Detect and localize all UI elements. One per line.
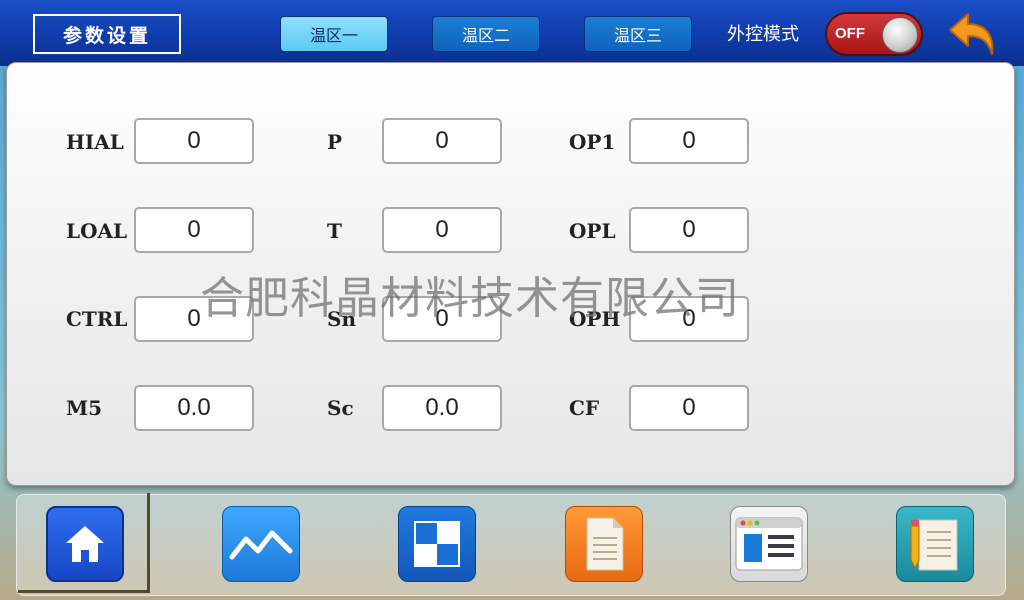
external-mode-label: 外控模式 (727, 24, 799, 45)
document-icon (586, 517, 624, 571)
param-label-hial: HIAL (66, 130, 124, 154)
toggle-state-text: OFF (835, 25, 865, 42)
grid-button[interactable] (398, 506, 476, 582)
window-list-icon (735, 517, 803, 571)
param-input-sc[interactable]: 0.0 (382, 385, 502, 431)
window-list-button[interactable] (730, 506, 808, 582)
param-input-p[interactable]: 0 (382, 118, 502, 164)
param-input-m5[interactable]: 0.0 (134, 385, 254, 431)
toggle-knob (882, 17, 918, 53)
param-input-opl[interactable]: 0 (629, 207, 749, 253)
back-arrow-icon (949, 13, 994, 55)
param-label-p: P (327, 130, 343, 154)
param-input-loal[interactable]: 0 (134, 207, 254, 253)
trend-chart-icon (229, 530, 293, 560)
home-button[interactable] (46, 506, 124, 582)
grid-squares-icon (414, 521, 460, 567)
param-input-cf[interactable]: 0 (629, 385, 749, 431)
param-label-op1: OP1 (569, 130, 616, 154)
page-title: 参数设置 (33, 14, 181, 54)
param-label-loal: LOAL (66, 219, 128, 243)
edit-document-icon (910, 519, 958, 571)
param-label-opl: OPL (569, 219, 616, 243)
param-input-op1[interactable]: 0 (629, 118, 749, 164)
bottom-nav-bar (16, 494, 1006, 596)
param-label-sc: Sc (327, 396, 354, 420)
tab-zone-2[interactable]: 温区二 (432, 16, 540, 52)
param-input-t[interactable]: 0 (382, 207, 502, 253)
param-label-ctrl: CTRL (66, 307, 128, 331)
tab-zone-3[interactable]: 温区三 (584, 16, 692, 52)
tab-zone-1[interactable]: 温区一 (280, 16, 388, 52)
top-bar: 参数设置 温区一 温区二 温区三 外控模式 OFF (0, 0, 1024, 66)
document-button[interactable] (565, 506, 643, 582)
company-watermark: 合肥科晶材料技术有限公司 (200, 273, 740, 324)
param-label-cf: CF (569, 396, 600, 420)
param-label-t: T (327, 219, 342, 243)
home-icon (66, 526, 104, 562)
external-mode-toggle[interactable]: OFF (825, 12, 923, 56)
param-input-hial[interactable]: 0 (134, 118, 254, 164)
trend-button[interactable] (222, 506, 300, 582)
edit-button[interactable] (896, 506, 974, 582)
param-label-m5: M5 (66, 396, 103, 420)
back-button[interactable] (946, 8, 1002, 62)
